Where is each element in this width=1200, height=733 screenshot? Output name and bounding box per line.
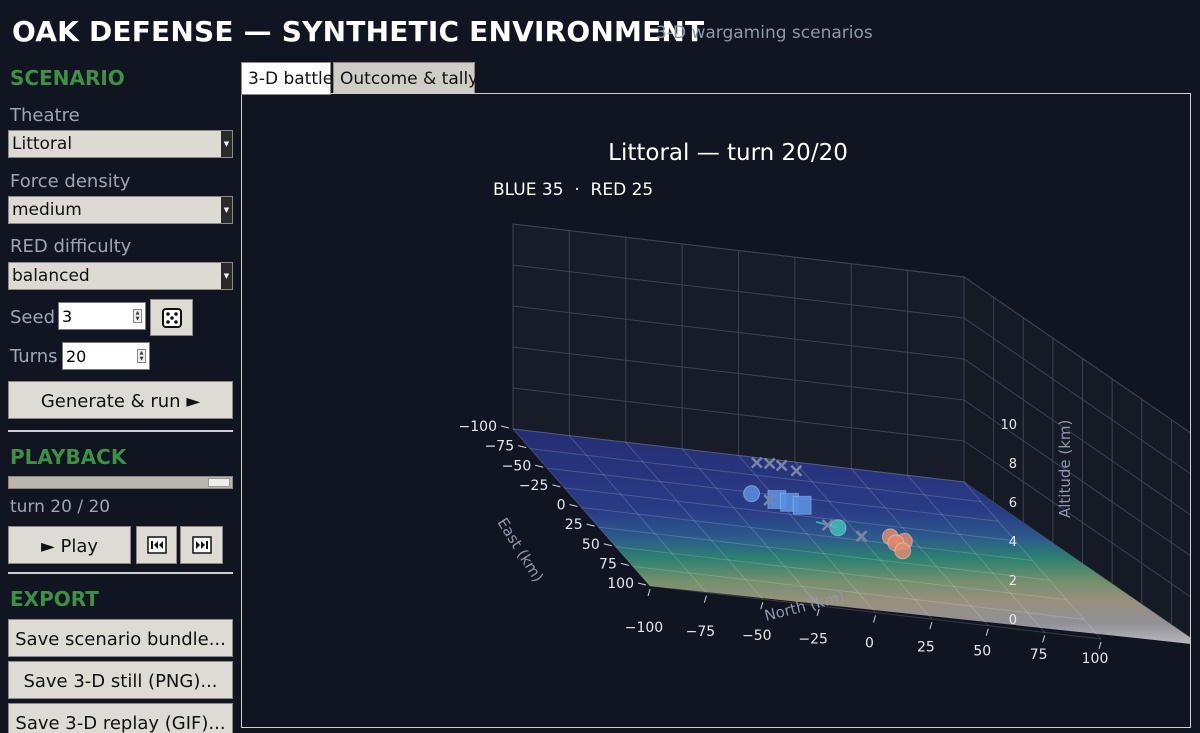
tab-outcome-tally[interactable]: Outcome & tally [333, 62, 478, 94]
z-tick-label: 10 [1000, 418, 1017, 433]
dice-icon [161, 308, 182, 328]
export-heading: EXPORT [10, 587, 99, 611]
theatre-label: Theatre [10, 105, 80, 126]
seed-label: Seed [10, 307, 55, 328]
spin-arrows-icon[interactable]: ▲ ▼ [137, 349, 146, 363]
scenario-heading: SCENARIO [10, 66, 125, 90]
chevron-down-icon[interactable]: ▼ [221, 131, 232, 157]
x-tick-label: −25 [798, 632, 828, 648]
unit-marker [829, 519, 847, 537]
tick-mark [929, 621, 933, 630]
density-value: medium [12, 200, 82, 220]
tick-mark [569, 504, 578, 507]
density-label: Force density [10, 171, 131, 192]
generate-run-button[interactable]: Generate & run ► [8, 381, 233, 419]
tick-mark [985, 628, 989, 636]
y-tick-label: −50 [502, 458, 532, 474]
save-still-button[interactable]: Save 3-D still (PNG)... [8, 661, 233, 699]
battle-3d-plot[interactable]: −100−75−50−250255075100−100 −75 −50 −25 0 25 5… [242, 94, 1191, 728]
turns-value: 20 [66, 347, 87, 366]
tick-mark [620, 562, 629, 566]
seed-spinbox[interactable]: 3 ▲ ▼ [58, 302, 146, 330]
y-tick-label: −25 [519, 478, 549, 494]
turns-label: Turns [10, 346, 58, 367]
skip-back-icon [146, 536, 167, 554]
difficulty-select[interactable]: balanced ▼ [8, 262, 233, 290]
tick-mark [637, 582, 647, 586]
density-select[interactable]: medium ▼ [8, 196, 233, 224]
app-title: OAK DEFENSE — SYNTHETIC ENVIRONMENT [12, 15, 705, 48]
tick-mark [552, 484, 561, 488]
tick-mark [873, 615, 876, 623]
save-bundle-button[interactable]: Save scenario bundle... [8, 619, 233, 657]
tick-mark [586, 523, 595, 527]
score-line: BLUE 35 · RED 25 [493, 180, 653, 200]
tick-mark [1042, 635, 1046, 643]
divider [8, 572, 233, 574]
plot-panel: −100 −75 −50 −25 0 25 50 75 100 −100 −75 −50 −25 0 25 5… [241, 93, 1191, 728]
seed-value: 3 [62, 307, 73, 326]
first-turn-button[interactable] [136, 526, 177, 564]
y-tick-label: −75 [485, 439, 515, 455]
tick-mark [703, 595, 707, 603]
tick-mark [603, 543, 612, 547]
slider-handle[interactable] [208, 478, 230, 487]
turn-slider[interactable] [8, 476, 233, 489]
play-button[interactable]: ► Play [8, 526, 131, 564]
z-tick-label: 8 [1009, 457, 1017, 472]
theatre-value: Littoral [12, 134, 73, 154]
tick-mark [500, 425, 510, 429]
difficulty-value: balanced [12, 266, 90, 286]
tick-mark [647, 588, 651, 597]
x-tick-label: 100 [1082, 651, 1109, 667]
y-axis-label: East (km) [494, 515, 547, 586]
x-tick-label: 25 [917, 639, 935, 655]
chevron-down-icon[interactable]: ▼ [221, 197, 232, 223]
y-tick-label: 100 [607, 576, 634, 592]
spin-arrows-icon[interactable]: ▲ ▼ [133, 309, 142, 323]
x-tick-label: −100 [625, 620, 663, 636]
tick-mark [535, 464, 544, 468]
y-tick-label: 50 [582, 537, 600, 553]
save-replay-button[interactable]: Save 3-D replay (GIF)... [8, 703, 233, 733]
unit-marker [894, 542, 912, 560]
z-axis-label: Altitude (km) [1056, 420, 1074, 518]
y-tick-label: 25 [565, 517, 583, 533]
divider [8, 430, 233, 432]
tick-mark [518, 445, 527, 449]
x-tick-label: −75 [686, 624, 716, 640]
z-tick-label: 2 [1009, 574, 1017, 589]
skip-forward-icon [191, 536, 212, 554]
difficulty-label: RED difficulty [10, 236, 132, 257]
y-tick-label: 0 [557, 498, 566, 514]
x-tick-label: 50 [973, 643, 991, 659]
tab-3d-battle[interactable]: 3-D battle [241, 62, 333, 95]
y-tick-label: −100 [459, 419, 497, 435]
y-tick-label: 75 [599, 556, 617, 572]
z-tick-label: 4 [1009, 535, 1017, 550]
unit-marker [792, 495, 812, 515]
unit-marker [743, 485, 761, 503]
x-tick-label: 0 [865, 636, 874, 652]
last-turn-button[interactable] [180, 526, 223, 564]
chevron-down-icon[interactable]: ▼ [221, 263, 232, 289]
z-tick-label: 0 [1009, 613, 1017, 628]
x-tick-label: −50 [742, 628, 772, 644]
turn-readout: turn 20 / 20 [10, 497, 111, 517]
theatre-select[interactable]: Littoral ▼ [8, 130, 233, 158]
turns-spinbox[interactable]: 20 ▲ ▼ [62, 342, 150, 370]
app-subtitle: 3-D wargaming scenarios [656, 23, 873, 43]
tick-mark [1098, 641, 1102, 650]
z-tick-label: 6 [1009, 496, 1017, 511]
chart-title: Littoral — turn 20/20 [608, 140, 848, 166]
randomize-seed-button[interactable] [150, 299, 193, 336]
playback-heading: PLAYBACK [10, 445, 127, 469]
x-tick-label: 75 [1030, 647, 1048, 663]
